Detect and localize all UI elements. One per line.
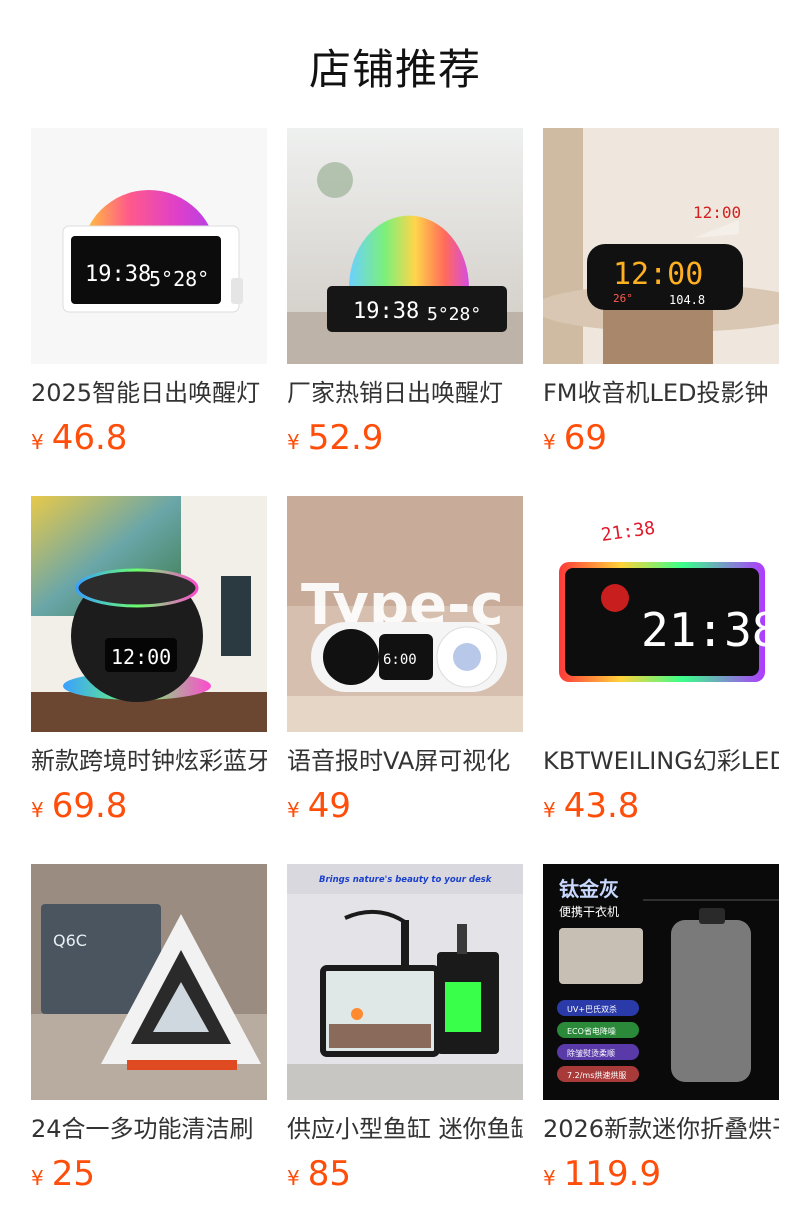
price-value: 119.9 xyxy=(563,1154,662,1194)
product-card[interactable]: Type-c 6:00 语音报时VA屏可视化 ¥49 xyxy=(287,496,523,836)
product-price: ¥49 xyxy=(287,784,351,828)
product-price: ¥69 xyxy=(543,416,607,460)
product-price: ¥46.8 xyxy=(31,416,127,460)
product-card[interactable]: 21:38 21:38 KBTWEILING幻彩LED ¥43.8 xyxy=(543,496,779,836)
svg-text:UV+巴氏双杀: UV+巴氏双杀 xyxy=(567,1004,617,1014)
currency-symbol: ¥ xyxy=(543,1166,556,1190)
svg-text:钛金灰: 钛金灰 xyxy=(559,877,619,901)
product-name[interactable]: 供应小型鱼缸 迷你鱼缸 xyxy=(287,1112,523,1146)
price-value: 69 xyxy=(563,418,607,458)
product-name[interactable]: FM收音机LED投影钟 xyxy=(543,376,779,410)
svg-text:104.8: 104.8 xyxy=(669,293,705,307)
bluetooth-speaker-clock-image[interactable]: 12:00 xyxy=(31,496,267,732)
product-name[interactable]: 新款跨境时钟炫彩蓝牙 xyxy=(31,744,267,778)
projection-clock-image[interactable]: 12:00 12:00 26° 104.8 xyxy=(543,128,779,364)
product-name[interactable]: 2025智能日出唤醒灯 xyxy=(31,376,267,410)
currency-symbol: ¥ xyxy=(287,430,300,454)
svg-text:7.2/ms烘速烘服: 7.2/ms烘速烘服 xyxy=(567,1070,626,1080)
product-price: ¥25 xyxy=(31,1152,95,1196)
price-value: 85 xyxy=(307,1154,351,1194)
price-value: 25 xyxy=(51,1154,95,1194)
currency-symbol: ¥ xyxy=(31,798,44,822)
product-card[interactable]: Q6C 24合一多功能清洁刷 ¥25 xyxy=(31,864,267,1204)
svg-text:Q6C: Q6C xyxy=(53,931,87,950)
product-card[interactable]: 19:38 5°28° 2025智能日出唤醒灯 ¥46.8 xyxy=(31,128,267,468)
product-name[interactable]: 语音报时VA屏可视化 xyxy=(287,744,523,778)
svg-text:6:00: 6:00 xyxy=(383,652,417,668)
product-price: ¥119.9 xyxy=(543,1152,661,1196)
price-value: 69.8 xyxy=(51,786,128,826)
currency-symbol: ¥ xyxy=(31,430,44,454)
cleaning-brush-kit-image[interactable]: Q6C xyxy=(31,864,267,1100)
type-c-timer-clock-image[interactable]: Type-c 6:00 xyxy=(287,496,523,732)
price-value: 49 xyxy=(307,786,351,826)
svg-text:26°: 26° xyxy=(613,292,633,305)
price-value: 46.8 xyxy=(51,418,128,458)
page-title: 店铺推荐 xyxy=(308,45,481,94)
product-price: ¥69.8 xyxy=(31,784,127,828)
product-name[interactable]: KBTWEILING幻彩LED xyxy=(543,744,779,778)
currency-symbol: ¥ xyxy=(31,1166,44,1190)
product-price: ¥52.9 xyxy=(287,416,383,460)
product-card[interactable]: 12:00 新款跨境时钟炫彩蓝牙 ¥69.8 xyxy=(31,496,267,836)
svg-text:12:00: 12:00 xyxy=(111,645,171,669)
svg-text:5°28°: 5°28° xyxy=(149,267,209,291)
product-card[interactable]: 12:00 12:00 26° 104.8 FM收音机LED投影钟 ¥69 xyxy=(543,128,779,468)
svg-text:ECO省电降噪: ECO省电降噪 xyxy=(567,1026,616,1036)
svg-text:12:00: 12:00 xyxy=(613,257,703,292)
currency-symbol: ¥ xyxy=(287,1166,300,1190)
svg-text:21:38: 21:38 xyxy=(641,603,779,657)
product-card[interactable]: 19:38 5°28° 厂家热销日出唤醒灯 ¥52.9 xyxy=(287,128,523,468)
rgb-projection-clock-image[interactable]: 21:38 21:38 xyxy=(543,496,779,732)
svg-text:Brings nature's beauty to your: Brings nature's beauty to your desk xyxy=(319,875,493,885)
svg-text:5°28°: 5°28° xyxy=(427,304,481,325)
sunrise-alarm-clock-image[interactable]: 19:38 5°28° xyxy=(31,128,267,364)
product-card[interactable]: Brings nature's beauty to your desk 供应小型… xyxy=(287,864,523,1204)
product-name[interactable]: 24合一多功能清洁刷 xyxy=(31,1112,267,1146)
product-name[interactable]: 厂家热销日出唤醒灯 xyxy=(287,376,523,410)
price-value: 43.8 xyxy=(563,786,640,826)
product-price: ¥43.8 xyxy=(543,784,639,828)
svg-text:12:00: 12:00 xyxy=(693,203,741,222)
clock-display: 19:38 xyxy=(85,262,151,287)
currency-symbol: ¥ xyxy=(543,430,556,454)
svg-text:便携干衣机: 便携干衣机 xyxy=(559,904,619,919)
product-price: ¥85 xyxy=(287,1152,351,1196)
price-value: 52.9 xyxy=(307,418,384,458)
mini-aquarium-image[interactable]: Brings nature's beauty to your desk xyxy=(287,864,523,1100)
currency-symbol: ¥ xyxy=(287,798,300,822)
currency-symbol: ¥ xyxy=(543,798,556,822)
svg-text:19:38: 19:38 xyxy=(353,299,419,324)
product-name[interactable]: 2026新款迷你折叠烘干机 xyxy=(543,1112,779,1146)
sunrise-lamp-image[interactable]: 19:38 5°28° xyxy=(287,128,523,364)
svg-text:除皱熨烫柔顺: 除皱熨烫柔顺 xyxy=(567,1048,615,1058)
portable-dryer-image[interactable]: 钛金灰 便携干衣机 UV+巴氏双杀 ECO省电降噪 除皱熨烫柔顺 7.2/ms烘… xyxy=(543,864,779,1100)
product-card[interactable]: 钛金灰 便携干衣机 UV+巴氏双杀 ECO省电降噪 除皱熨烫柔顺 7.2/ms烘… xyxy=(543,864,779,1204)
